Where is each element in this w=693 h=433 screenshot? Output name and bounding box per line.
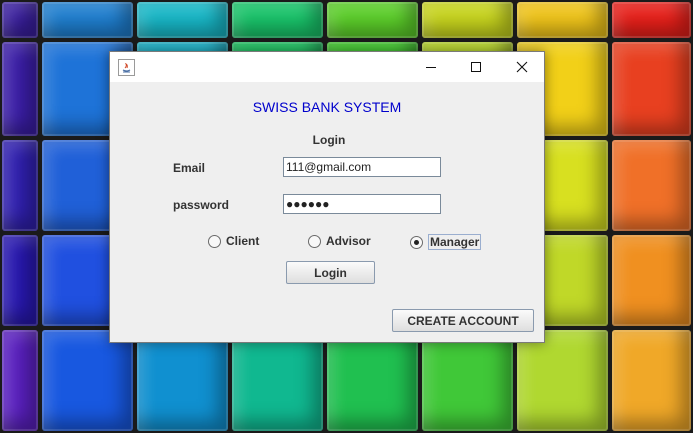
wallpaper-cube — [137, 2, 228, 38]
radio-label-manager: Manager — [428, 234, 482, 250]
password-field[interactable]: ●●●●●● — [283, 194, 441, 214]
wallpaper-cube — [612, 140, 691, 231]
maximize-icon — [470, 62, 481, 72]
wallpaper-cube — [2, 330, 38, 431]
wallpaper-cube — [232, 2, 323, 38]
login-window: SWISS BANK SYSTEM Login Email 111@gmail.… — [109, 51, 545, 343]
wallpaper-cube — [422, 330, 513, 431]
maximize-button[interactable] — [453, 52, 498, 82]
wallpaper-cube — [2, 140, 38, 231]
login-heading: Login — [312, 133, 346, 147]
wallpaper-cube — [517, 330, 608, 431]
wallpaper-cube — [232, 330, 323, 431]
radio-circle-client[interactable] — [208, 234, 221, 248]
radio-label-client: Client — [226, 234, 260, 248]
radio-manager[interactable]: Manager — [410, 234, 482, 250]
password-label: password — [173, 198, 230, 212]
email-field[interactable]: 111@gmail.com — [283, 157, 441, 177]
wallpaper-cube — [2, 42, 38, 136]
wallpaper-cube — [612, 2, 691, 38]
wallpaper-cube — [422, 2, 513, 38]
wallpaper-cube — [42, 2, 133, 38]
radio-client[interactable]: Client — [208, 234, 259, 248]
wallpaper-cube — [2, 2, 38, 38]
wallpaper-cube — [612, 330, 691, 431]
password-mask: ●●●●●● — [286, 197, 330, 211]
close-icon — [516, 61, 527, 73]
radio-advisor[interactable]: Advisor — [308, 234, 371, 248]
radio-label-advisor: Advisor — [326, 234, 371, 248]
wallpaper-cube — [327, 2, 418, 38]
radio-circle-manager[interactable] — [410, 235, 423, 249]
wallpaper-cube — [612, 42, 691, 136]
minimize-button[interactable] — [408, 52, 453, 82]
wallpaper-cube — [137, 330, 228, 431]
login-button[interactable]: Login — [286, 261, 375, 284]
title-bar[interactable] — [110, 52, 544, 82]
close-button[interactable] — [499, 52, 544, 82]
wallpaper-cube — [517, 2, 608, 38]
radio-circle-advisor[interactable] — [308, 234, 321, 248]
wallpaper-cube — [612, 235, 691, 326]
wallpaper-cube — [327, 330, 418, 431]
minimize-icon — [425, 67, 436, 68]
java-app-icon — [118, 59, 135, 76]
create-account-button[interactable]: CREATE ACCOUNT — [392, 309, 534, 332]
wallpaper-cube — [2, 235, 38, 326]
email-label: Email — [173, 161, 206, 175]
app-title: SWISS BANK SYSTEM — [252, 99, 402, 115]
wallpaper-cube — [42, 330, 133, 431]
